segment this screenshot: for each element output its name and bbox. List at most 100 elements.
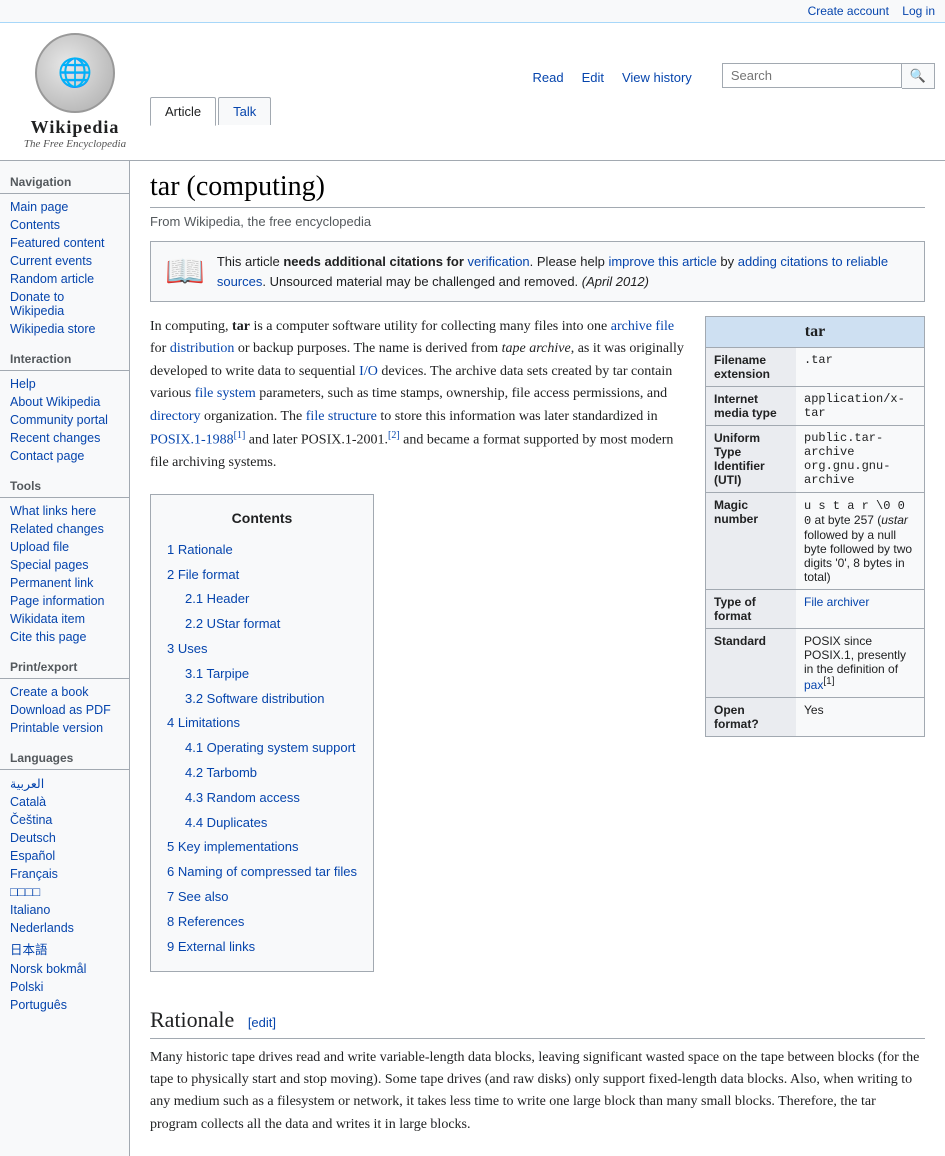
sidebar-item-pageinfo[interactable]: Page information: [0, 592, 129, 610]
contents-link-2-2[interactable]: 2.2 UStar format: [185, 616, 280, 631]
contents-link-4-1[interactable]: 4.1 Operating system support: [185, 740, 356, 755]
infobox-label-standard: Standard: [706, 629, 796, 697]
contents-item-1: 1 Rationale: [167, 538, 357, 563]
contents-link-8[interactable]: 8 References: [167, 914, 244, 929]
sidebar-lang-cestina[interactable]: Čeština: [0, 811, 129, 829]
notice-text: This article needs additional citations …: [217, 252, 910, 291]
sidebar-lang-japanese[interactable]: 日本語: [0, 937, 129, 960]
contents-link-5[interactable]: 5 Key implementations: [167, 839, 299, 854]
sidebar-item-recent[interactable]: Recent changes: [0, 429, 129, 447]
sidebar-item-random[interactable]: Random article: [0, 270, 129, 288]
contents-link-9[interactable]: 9 External links: [167, 939, 255, 954]
sidebar-item-about[interactable]: About Wikipedia: [0, 393, 129, 411]
directory-link[interactable]: directory: [150, 409, 201, 424]
search-input[interactable]: [722, 63, 902, 88]
sidebar-lang-portugues[interactable]: Português: [0, 996, 129, 1014]
contents-link-6[interactable]: 6 Naming of compressed tar files: [167, 864, 357, 879]
contents-link-3-1[interactable]: 3.1 Tarpipe: [185, 666, 249, 681]
article-tab[interactable]: Article: [150, 97, 216, 126]
sidebar-interaction: Interaction Help About Wikipedia Communi…: [0, 348, 129, 465]
infobox-value-type: File archiver: [796, 590, 877, 628]
contents-link-4-3[interactable]: 4.3 Random access: [185, 790, 300, 805]
sidebar-item-main-page[interactable]: Main page: [0, 198, 129, 216]
pax-link[interactable]: pax: [804, 678, 823, 692]
contents-link-3[interactable]: 3 Uses: [167, 641, 207, 656]
sidebar-item-community[interactable]: Community portal: [0, 411, 129, 429]
sidebar-lang-polski[interactable]: Polski: [0, 978, 129, 996]
infobox-value-standard: POSIX since POSIX.1, presently in the de…: [796, 629, 924, 697]
contents-link-2[interactable]: 2 File format: [167, 567, 239, 582]
sidebar-tools: Tools What links here Related changes Up…: [0, 475, 129, 646]
sidebar-item-contents[interactable]: Contents: [0, 216, 129, 234]
sidebar-lang-italiano[interactable]: Italiano: [0, 901, 129, 919]
edit-tab[interactable]: Edit: [574, 66, 612, 89]
read-tab[interactable]: Read: [524, 66, 571, 89]
rationale-edit-link[interactable]: [edit]: [248, 1015, 276, 1030]
sidebar-item-current-events[interactable]: Current events: [0, 252, 129, 270]
page-subtitle: From Wikipedia, the free encyclopedia: [150, 214, 925, 229]
file-archiver-link[interactable]: File archiver: [804, 595, 869, 609]
rationale-section-title: Rationale [edit]: [150, 1002, 925, 1038]
filesystem-link[interactable]: file system: [195, 386, 256, 401]
log-in-link[interactable]: Log in: [902, 4, 935, 18]
sidebar-lang-francais[interactable]: Français: [0, 865, 129, 883]
sidebar-lang-unknown[interactable]: □□□□: [0, 883, 129, 901]
sidebar-item-special[interactable]: Special pages: [0, 556, 129, 574]
infobox-row-uti: Uniform Type Identifier (UTI) public.tar…: [706, 425, 924, 492]
sidebar-item-createbook[interactable]: Create a book: [0, 683, 129, 701]
improve-link[interactable]: improve this article: [608, 254, 716, 269]
io-link[interactable]: I/O: [359, 364, 378, 379]
infobox-row-type: Type of format File archiver: [706, 589, 924, 628]
infobox-value-filename: .tar: [796, 348, 841, 386]
contents-link-2-1[interactable]: 2.1 Header: [185, 591, 249, 606]
distribution-link[interactable]: distribution: [170, 341, 235, 356]
search-button[interactable]: 🔍: [902, 63, 935, 89]
sidebar-item-help[interactable]: Help: [0, 375, 129, 393]
article-content: tar (computing) From Wikipedia, the free…: [130, 161, 945, 1156]
contents-link-4-2[interactable]: 4.2 Tarbomb: [185, 765, 257, 780]
contents-link-4[interactable]: 4 Limitations: [167, 715, 240, 730]
contents-link-7[interactable]: 7 See also: [167, 889, 228, 904]
sidebar-item-donate[interactable]: Donate to Wikipedia: [0, 288, 129, 320]
sidebar-item-related[interactable]: Related changes: [0, 520, 129, 538]
sidebar-languages: Languages العربية Català Čeština Deutsch…: [0, 747, 129, 1014]
file-structure-link[interactable]: file structure: [306, 409, 377, 424]
contents-item-2-1: 2.1 Header: [185, 587, 357, 612]
infobox-row-open: Open format? Yes: [706, 697, 924, 736]
nav-tabs: Article Talk: [140, 97, 935, 125]
contents-item-4-3: 4.3 Random access: [185, 786, 357, 811]
contents-link-1[interactable]: 1 Rationale: [167, 542, 233, 557]
logo-subtitle: The Free Encyclopedia: [24, 138, 126, 150]
contents-item-3: 3 Uses: [167, 637, 357, 662]
interaction-title: Interaction: [0, 348, 129, 371]
sidebar-item-upload[interactable]: Upload file: [0, 538, 129, 556]
sidebar-item-whatlinks[interactable]: What links here: [0, 502, 129, 520]
sidebar-lang-nederlands[interactable]: Nederlands: [0, 919, 129, 937]
sidebar-lang-arabic[interactable]: العربية: [0, 774, 129, 793]
contents-link-4-4[interactable]: 4.4 Duplicates: [185, 815, 267, 830]
contents-item-4: 4 Limitations: [167, 711, 357, 736]
contents-link-3-2[interactable]: 3.2 Software distribution: [185, 691, 324, 706]
sidebar-lang-deutsch[interactable]: Deutsch: [0, 829, 129, 847]
posix-link[interactable]: POSIX.1-1988: [150, 433, 234, 448]
sidebar-lang-espanol[interactable]: Español: [0, 847, 129, 865]
infobox-row-media: Internet media type application/x-tar: [706, 386, 924, 425]
sidebar-item-featured[interactable]: Featured content: [0, 234, 129, 252]
sidebar-item-printable[interactable]: Printable version: [0, 719, 129, 737]
view-history-tab[interactable]: View history: [614, 66, 700, 89]
logo-area[interactable]: 🌐 Wikipedia The Free Encyclopedia: [10, 23, 140, 160]
infobox-label-uti: Uniform Type Identifier (UTI): [706, 426, 796, 492]
sidebar-item-wikidata[interactable]: Wikidata item: [0, 610, 129, 628]
verification-link[interactable]: verification: [468, 254, 530, 269]
sidebar-item-store[interactable]: Wikipedia store: [0, 320, 129, 338]
sidebar-lang-catala[interactable]: Català: [0, 793, 129, 811]
contents-item-3-2: 3.2 Software distribution: [185, 687, 357, 712]
sidebar-item-pdf[interactable]: Download as PDF: [0, 701, 129, 719]
sidebar-item-permanent[interactable]: Permanent link: [0, 574, 129, 592]
create-account-link[interactable]: Create account: [808, 4, 889, 18]
archive-file-link[interactable]: archive file: [611, 319, 674, 334]
talk-tab[interactable]: Talk: [218, 97, 271, 125]
sidebar-item-cite[interactable]: Cite this page: [0, 628, 129, 646]
sidebar-item-contact[interactable]: Contact page: [0, 447, 129, 465]
sidebar-lang-norsk[interactable]: Norsk bokmål: [0, 960, 129, 978]
